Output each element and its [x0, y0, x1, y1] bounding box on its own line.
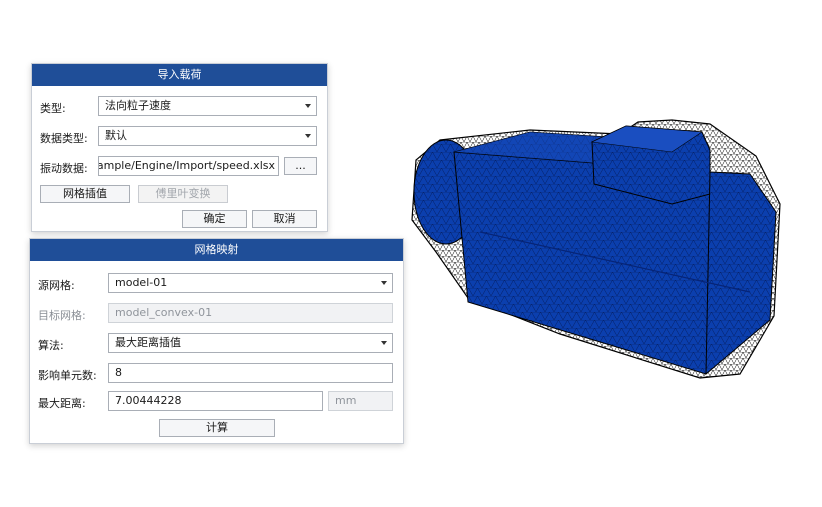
vibration-data-row: 振动数据: Example/Engine/Import/speed.xlsx .…	[32, 156, 327, 178]
influence-label: 影响单元数:	[38, 369, 97, 382]
influence-count-input[interactable]: 8	[108, 363, 393, 383]
data-type-value: 默认	[105, 129, 127, 142]
target-mesh-value: model_convex-01	[115, 306, 213, 319]
vibration-data-path: Example/Engine/Import/speed.xlsx	[98, 159, 275, 172]
influence-count-value: 8	[115, 366, 122, 379]
chevron-down-icon	[381, 281, 387, 285]
grid-interpolation-button[interactable]: 网格插值	[40, 185, 130, 203]
target-mesh-field: model_convex-01	[108, 303, 393, 323]
data-type-label: 数据类型:	[40, 132, 88, 145]
fourier-transform-button: 傅里叶变换	[138, 185, 228, 203]
compute-button[interactable]: 计算	[159, 419, 275, 437]
import-load-dialog: 导入载荷 类型: 法向粒子速度 数据类型: 默认 振动数据: Example/E…	[31, 63, 328, 232]
data-type-select[interactable]: 默认	[98, 126, 317, 146]
mesh-mapping-dialog: 网格映射 源网格: model-01 目标网格: model_convex-01…	[29, 238, 404, 444]
vibration-data-label: 振动数据:	[40, 162, 88, 175]
unit-value: mm	[335, 394, 357, 407]
chevron-down-icon	[305, 104, 311, 108]
chevron-down-icon	[305, 134, 311, 138]
browse-button[interactable]: ...	[284, 157, 317, 175]
import-dialog-title: 导入载荷	[32, 64, 327, 86]
target-mesh-label: 目标网格:	[38, 309, 86, 322]
max-distance-label: 最大距离:	[38, 397, 86, 410]
data-type-row: 数据类型: 默认	[32, 126, 327, 148]
type-row: 类型: 法向粒子速度	[32, 96, 327, 118]
type-value: 法向粒子速度	[105, 99, 171, 112]
cancel-button[interactable]: 取消	[252, 210, 317, 228]
max-distance-row: 最大距离: 7.00444228 mm	[30, 391, 403, 413]
method-label: 算法:	[38, 339, 64, 352]
vibration-data-path-input[interactable]: Example/Engine/Import/speed.xlsx	[98, 156, 279, 176]
target-mesh-row: 目标网格: model_convex-01	[30, 303, 403, 325]
method-value: 最大距离插值	[115, 336, 181, 349]
source-mesh-row: 源网格: model-01	[30, 273, 403, 295]
mapping-dialog-title: 网格映射	[30, 239, 403, 261]
ok-button[interactable]: 确定	[182, 210, 247, 228]
chevron-down-icon	[381, 341, 387, 345]
max-distance-value: 7.00444228	[115, 394, 182, 407]
method-select[interactable]: 最大距离插值	[108, 333, 393, 353]
source-mesh-label: 源网格:	[38, 279, 75, 292]
source-mesh-select[interactable]: model-01	[108, 273, 393, 293]
mesh-right-end	[705, 171, 777, 376]
method-row: 算法: 最大距离插值	[30, 333, 403, 355]
type-label: 类型:	[40, 102, 66, 115]
source-mesh-value: model-01	[115, 276, 168, 289]
influence-row: 影响单元数: 8	[30, 363, 403, 385]
max-distance-input[interactable]: 7.00444228	[108, 391, 323, 411]
unit-field: mm	[328, 391, 393, 411]
mesh-3d-view	[411, 119, 781, 379]
type-select[interactable]: 法向粒子速度	[98, 96, 317, 116]
mesh-model	[411, 119, 781, 379]
